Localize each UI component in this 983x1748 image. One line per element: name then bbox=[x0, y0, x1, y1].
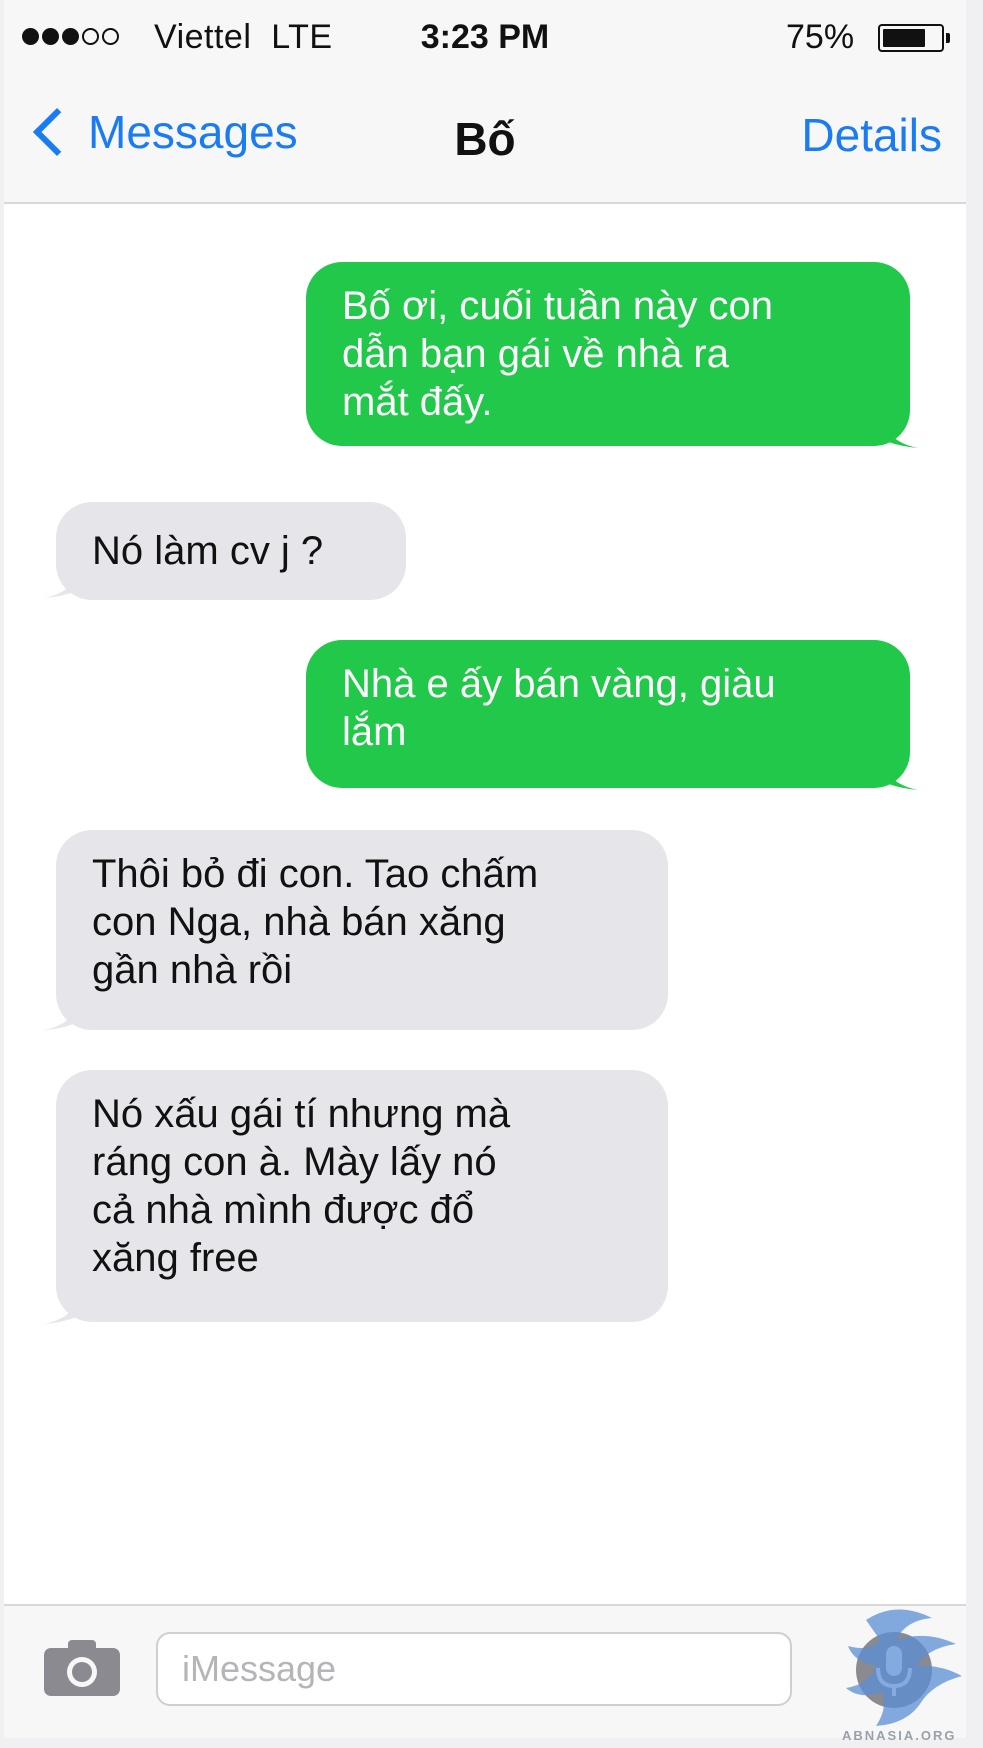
status-bar: Viettel LTE 3:23 PM 75% bbox=[4, 0, 966, 74]
message-bubble-incoming[interactable]: Nó làm cv j ? bbox=[56, 502, 406, 600]
watermark-text: ABNASIA.ORG bbox=[842, 1728, 957, 1743]
battery-fill bbox=[883, 29, 925, 47]
watermark-logo bbox=[846, 1609, 962, 1726]
details-button[interactable]: Details bbox=[801, 108, 942, 162]
message-input[interactable] bbox=[158, 1634, 790, 1704]
message-bubble-outgoing[interactable]: Bố ơi, cuối tuần này con dẫn bạn gái về … bbox=[306, 262, 910, 446]
navigation-bar: Messages Bố Details bbox=[4, 74, 966, 204]
message-bubble-incoming[interactable]: Thôi bỏ đi con. Tao chấm con Nga, nhà bá… bbox=[56, 830, 668, 1030]
message-input-field[interactable] bbox=[156, 1632, 792, 1706]
message-bubble-outgoing[interactable]: Nhà e ấy bán vàng, giàu lắm bbox=[306, 640, 910, 788]
battery-icon bbox=[878, 24, 944, 52]
phone-screen: Viettel LTE 3:23 PM 75% Messages Bố Deta… bbox=[4, 0, 966, 1738]
camera-icon[interactable] bbox=[44, 1638, 120, 1696]
battery-percent: 75% bbox=[786, 18, 855, 56]
compose-bar bbox=[4, 1604, 966, 1738]
battery-nub bbox=[946, 33, 950, 43]
message-bubble-incoming[interactable]: Nó xấu gái tí nhưng mà ráng con à. Mày l… bbox=[56, 1070, 668, 1322]
